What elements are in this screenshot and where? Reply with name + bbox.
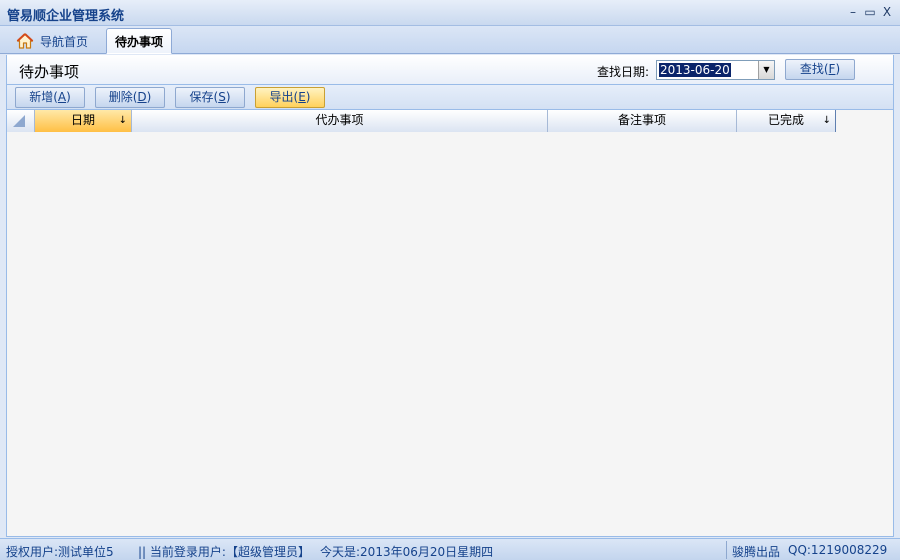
tab-todo[interactable]: 待办事项 (106, 28, 172, 54)
licensed-user: 授权用户:测试单位5 (6, 545, 114, 559)
close-icon[interactable]: X (878, 3, 896, 21)
save-button[interactable]: 保存(S) (175, 87, 245, 108)
grid-header: 日期 ↓ 代办事项 备注事项 已完成 ↓ (7, 110, 836, 132)
add-button[interactable]: 新增(A) (15, 87, 85, 108)
tab-home[interactable]: 导航首页 (8, 28, 104, 54)
select-all-icon (13, 115, 25, 127)
status-bar: 授权用户:测试单位5 || 当前登录用户:【超级管理员】 今天是:2013年06… (0, 538, 900, 560)
tab-home-label: 导航首页 (40, 34, 89, 49)
column-header-date[interactable]: 日期 ↓ (35, 110, 132, 132)
search-date-value[interactable]: 2013-06-20 (659, 63, 731, 77)
vendor-label: 骏腾出品 (732, 545, 781, 559)
panel-header: 待办事项 查找日期: 2013-06-20 ▼ 查找(F) (6, 55, 894, 84)
restore-icon[interactable]: ▭ (861, 3, 879, 21)
find-button[interactable]: 查找(F) (785, 59, 855, 80)
dropdown-arrow-icon[interactable]: ▼ (758, 61, 774, 79)
status-divider (726, 541, 727, 559)
export-button[interactable]: 导出(E) (255, 87, 325, 108)
delete-button[interactable]: 删除(D) (95, 87, 165, 108)
column-header-task[interactable]: 代办事项 (132, 110, 548, 132)
sort-arrow-icon: ↓ (118, 115, 127, 126)
sort-arrow-icon: ↓ (822, 115, 831, 126)
page-title: 待办事项 (19, 63, 80, 81)
today-date: 今天是:2013年06月20日星期四 (320, 545, 494, 559)
tab-todo-label: 待办事项 (115, 34, 164, 49)
title-bar: 管易顺企业管理系统 – ▭ X (0, 0, 900, 26)
column-header-done[interactable]: 已完成 ↓ (737, 110, 836, 132)
tab-bar: 导航首页 待办事项 (0, 26, 900, 54)
window-title: 管易顺企业管理系统 (7, 9, 125, 24)
column-header-notes[interactable]: 备注事项 (548, 110, 737, 132)
toolbar: 新增(A) 删除(D) 保存(S) 导出(E) (6, 84, 894, 110)
current-user: || 当前登录用户:【超级管理员】 (138, 545, 310, 559)
search-date-picker[interactable]: 2013-06-20 ▼ (656, 60, 775, 80)
home-icon (16, 33, 34, 49)
qq-contact: QQ:1219008229 (788, 543, 888, 557)
minimize-icon[interactable]: – (844, 3, 862, 21)
todo-grid[interactable]: 日期 ↓ 代办事项 备注事项 已完成 ↓ (6, 109, 894, 537)
grid-select-all[interactable] (7, 110, 35, 132)
search-date-label: 查找日期: (597, 65, 650, 79)
